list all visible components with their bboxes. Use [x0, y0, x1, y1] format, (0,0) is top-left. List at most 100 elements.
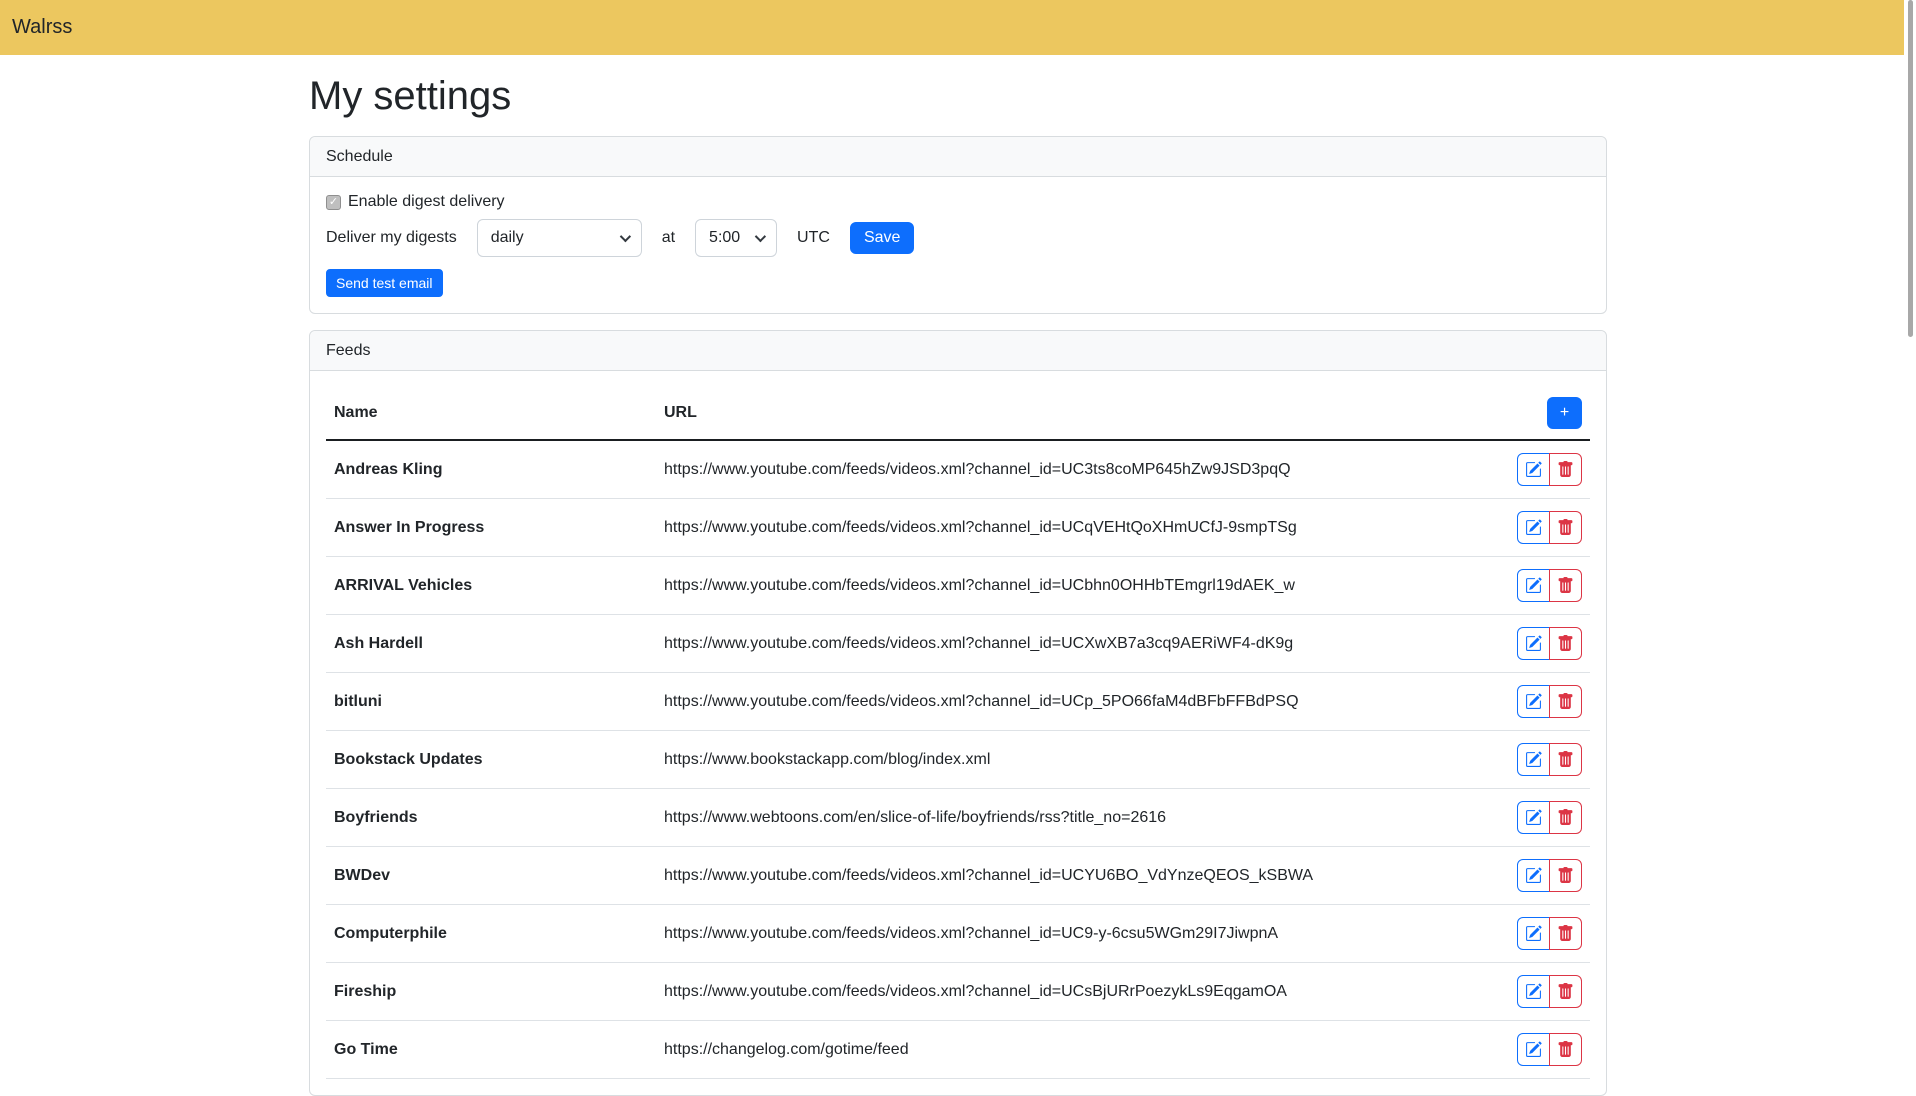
feed-row-actions — [1472, 673, 1590, 731]
time-selected-value: 5:00 — [709, 229, 740, 247]
delete-feed-button[interactable] — [1549, 627, 1582, 660]
feed-url: https://www.youtube.com/feeds/videos.xml… — [656, 615, 1472, 673]
feeds-table-header-row: Name URL + — [326, 387, 1590, 440]
edit-feed-button[interactable] — [1517, 453, 1550, 486]
frequency-select[interactable]: daily — [477, 219, 642, 257]
trash-icon — [1557, 809, 1574, 826]
delete-feed-button[interactable] — [1549, 685, 1582, 718]
feed-url: https://www.youtube.com/feeds/videos.xml… — [656, 557, 1472, 615]
pencil-square-icon — [1525, 1041, 1542, 1058]
feed-row-actions — [1472, 440, 1590, 499]
timezone-label: UTC — [797, 229, 830, 247]
enable-digest-checkbox[interactable]: ✓ — [326, 195, 341, 210]
trash-icon — [1557, 635, 1574, 652]
feed-url: https://changelog.com/gotime/feed — [656, 1021, 1472, 1079]
edit-feed-button[interactable] — [1517, 801, 1550, 834]
feed-name: BWDev — [326, 847, 656, 905]
feed-url: https://www.youtube.com/feeds/videos.xml… — [656, 673, 1472, 731]
pencil-square-icon — [1525, 693, 1542, 710]
add-feed-button[interactable]: + — [1547, 397, 1582, 429]
edit-feed-button[interactable] — [1517, 569, 1550, 602]
pencil-square-icon — [1525, 925, 1542, 942]
column-header-url: URL — [656, 387, 1472, 440]
main-content: My settings Schedule ✓ Enable digest del… — [309, 73, 1607, 1096]
feed-actions-group — [1517, 685, 1582, 718]
feed-url: https://www.youtube.com/feeds/videos.xml… — [656, 499, 1472, 557]
pencil-square-icon — [1525, 519, 1542, 536]
feed-url: https://www.youtube.com/feeds/videos.xml… — [656, 440, 1472, 499]
feed-name: ARRIVAL Vehicles — [326, 557, 656, 615]
table-row: Boyfriends https://www.webtoons.com/en/s… — [326, 789, 1590, 847]
feed-row-actions — [1472, 789, 1590, 847]
feeds-card-header: Feeds — [310, 331, 1606, 371]
feed-actions-group — [1517, 511, 1582, 544]
edit-feed-button[interactable] — [1517, 859, 1550, 892]
edit-feed-button[interactable] — [1517, 917, 1550, 950]
chevron-down-icon — [755, 231, 766, 242]
delete-feed-button[interactable] — [1549, 859, 1582, 892]
feed-name: Ash Hardell — [326, 615, 656, 673]
feed-name: bitluni — [326, 673, 656, 731]
delete-feed-button[interactable] — [1549, 743, 1582, 776]
scrollbar-thumb[interactable] — [1908, 0, 1913, 337]
feed-actions-group — [1517, 743, 1582, 776]
delete-feed-button[interactable] — [1549, 975, 1582, 1008]
table-row: Ash Hardell https://www.youtube.com/feed… — [326, 615, 1590, 673]
feed-url: https://www.webtoons.com/en/slice-of-lif… — [656, 789, 1472, 847]
pencil-square-icon — [1525, 635, 1542, 652]
column-header-name: Name — [326, 387, 656, 440]
trash-icon — [1557, 519, 1574, 536]
enable-digest-label[interactable]: Enable digest delivery — [348, 193, 505, 211]
feeds-table-body: Andreas Kling https://www.youtube.com/fe… — [326, 440, 1590, 1079]
enable-digest-row: ✓ Enable digest delivery — [326, 193, 1590, 211]
delete-feed-button[interactable] — [1549, 917, 1582, 950]
schedule-card-body: ✓ Enable digest delivery Deliver my dige… — [310, 177, 1606, 313]
trash-icon — [1557, 577, 1574, 594]
trash-icon — [1557, 983, 1574, 1000]
feed-url: https://www.youtube.com/feeds/videos.xml… — [656, 963, 1472, 1021]
table-row: Computerphile https://www.youtube.com/fe… — [326, 905, 1590, 963]
navbar: Walrss — [0, 0, 1916, 55]
trash-icon — [1557, 867, 1574, 884]
edit-feed-button[interactable] — [1517, 627, 1550, 660]
pencil-square-icon — [1525, 461, 1542, 478]
feed-url: https://www.youtube.com/feeds/videos.xml… — [656, 905, 1472, 963]
table-row: BWDev https://www.youtube.com/feeds/vide… — [326, 847, 1590, 905]
delete-feed-button[interactable] — [1549, 1033, 1582, 1066]
schedule-card-header: Schedule — [310, 137, 1606, 177]
edit-feed-button[interactable] — [1517, 1033, 1550, 1066]
feed-row-actions — [1472, 499, 1590, 557]
edit-feed-button[interactable] — [1517, 743, 1550, 776]
delete-feed-button[interactable] — [1549, 801, 1582, 834]
feed-url: https://www.bookstackapp.com/blog/index.… — [656, 731, 1472, 789]
edit-feed-button[interactable] — [1517, 511, 1550, 544]
delete-feed-button[interactable] — [1549, 511, 1582, 544]
delete-feed-button[interactable] — [1549, 569, 1582, 602]
feed-actions-group — [1517, 801, 1582, 834]
feed-row-actions — [1472, 731, 1590, 789]
feed-row-actions — [1472, 615, 1590, 673]
trash-icon — [1557, 1041, 1574, 1058]
save-button[interactable]: Save — [850, 222, 914, 254]
feed-row-actions — [1472, 557, 1590, 615]
feed-row-actions — [1472, 847, 1590, 905]
send-test-email-button[interactable]: Send test email — [326, 269, 443, 297]
table-row: ARRIVAL Vehicles https://www.youtube.com… — [326, 557, 1590, 615]
table-row: Go Time https://changelog.com/gotime/fee… — [326, 1021, 1590, 1079]
feed-name: Answer In Progress — [326, 499, 656, 557]
trash-icon — [1557, 925, 1574, 942]
pencil-square-icon — [1525, 809, 1542, 826]
delete-feed-button[interactable] — [1549, 453, 1582, 486]
edit-feed-button[interactable] — [1517, 975, 1550, 1008]
frequency-selected-value: daily — [491, 229, 524, 247]
feed-url: https://www.youtube.com/feeds/videos.xml… — [656, 847, 1472, 905]
edit-feed-button[interactable] — [1517, 685, 1550, 718]
brand-link[interactable]: Walrss — [12, 16, 72, 39]
feeds-card-body: Name URL + Andreas Kling https://www.you… — [310, 371, 1606, 1095]
schedule-card: Schedule ✓ Enable digest delivery Delive… — [309, 136, 1607, 314]
pencil-square-icon — [1525, 751, 1542, 768]
time-select[interactable]: 5:00 — [695, 219, 777, 257]
feed-name: Go Time — [326, 1021, 656, 1079]
feed-actions-group — [1517, 569, 1582, 602]
feed-actions-group — [1517, 453, 1582, 486]
